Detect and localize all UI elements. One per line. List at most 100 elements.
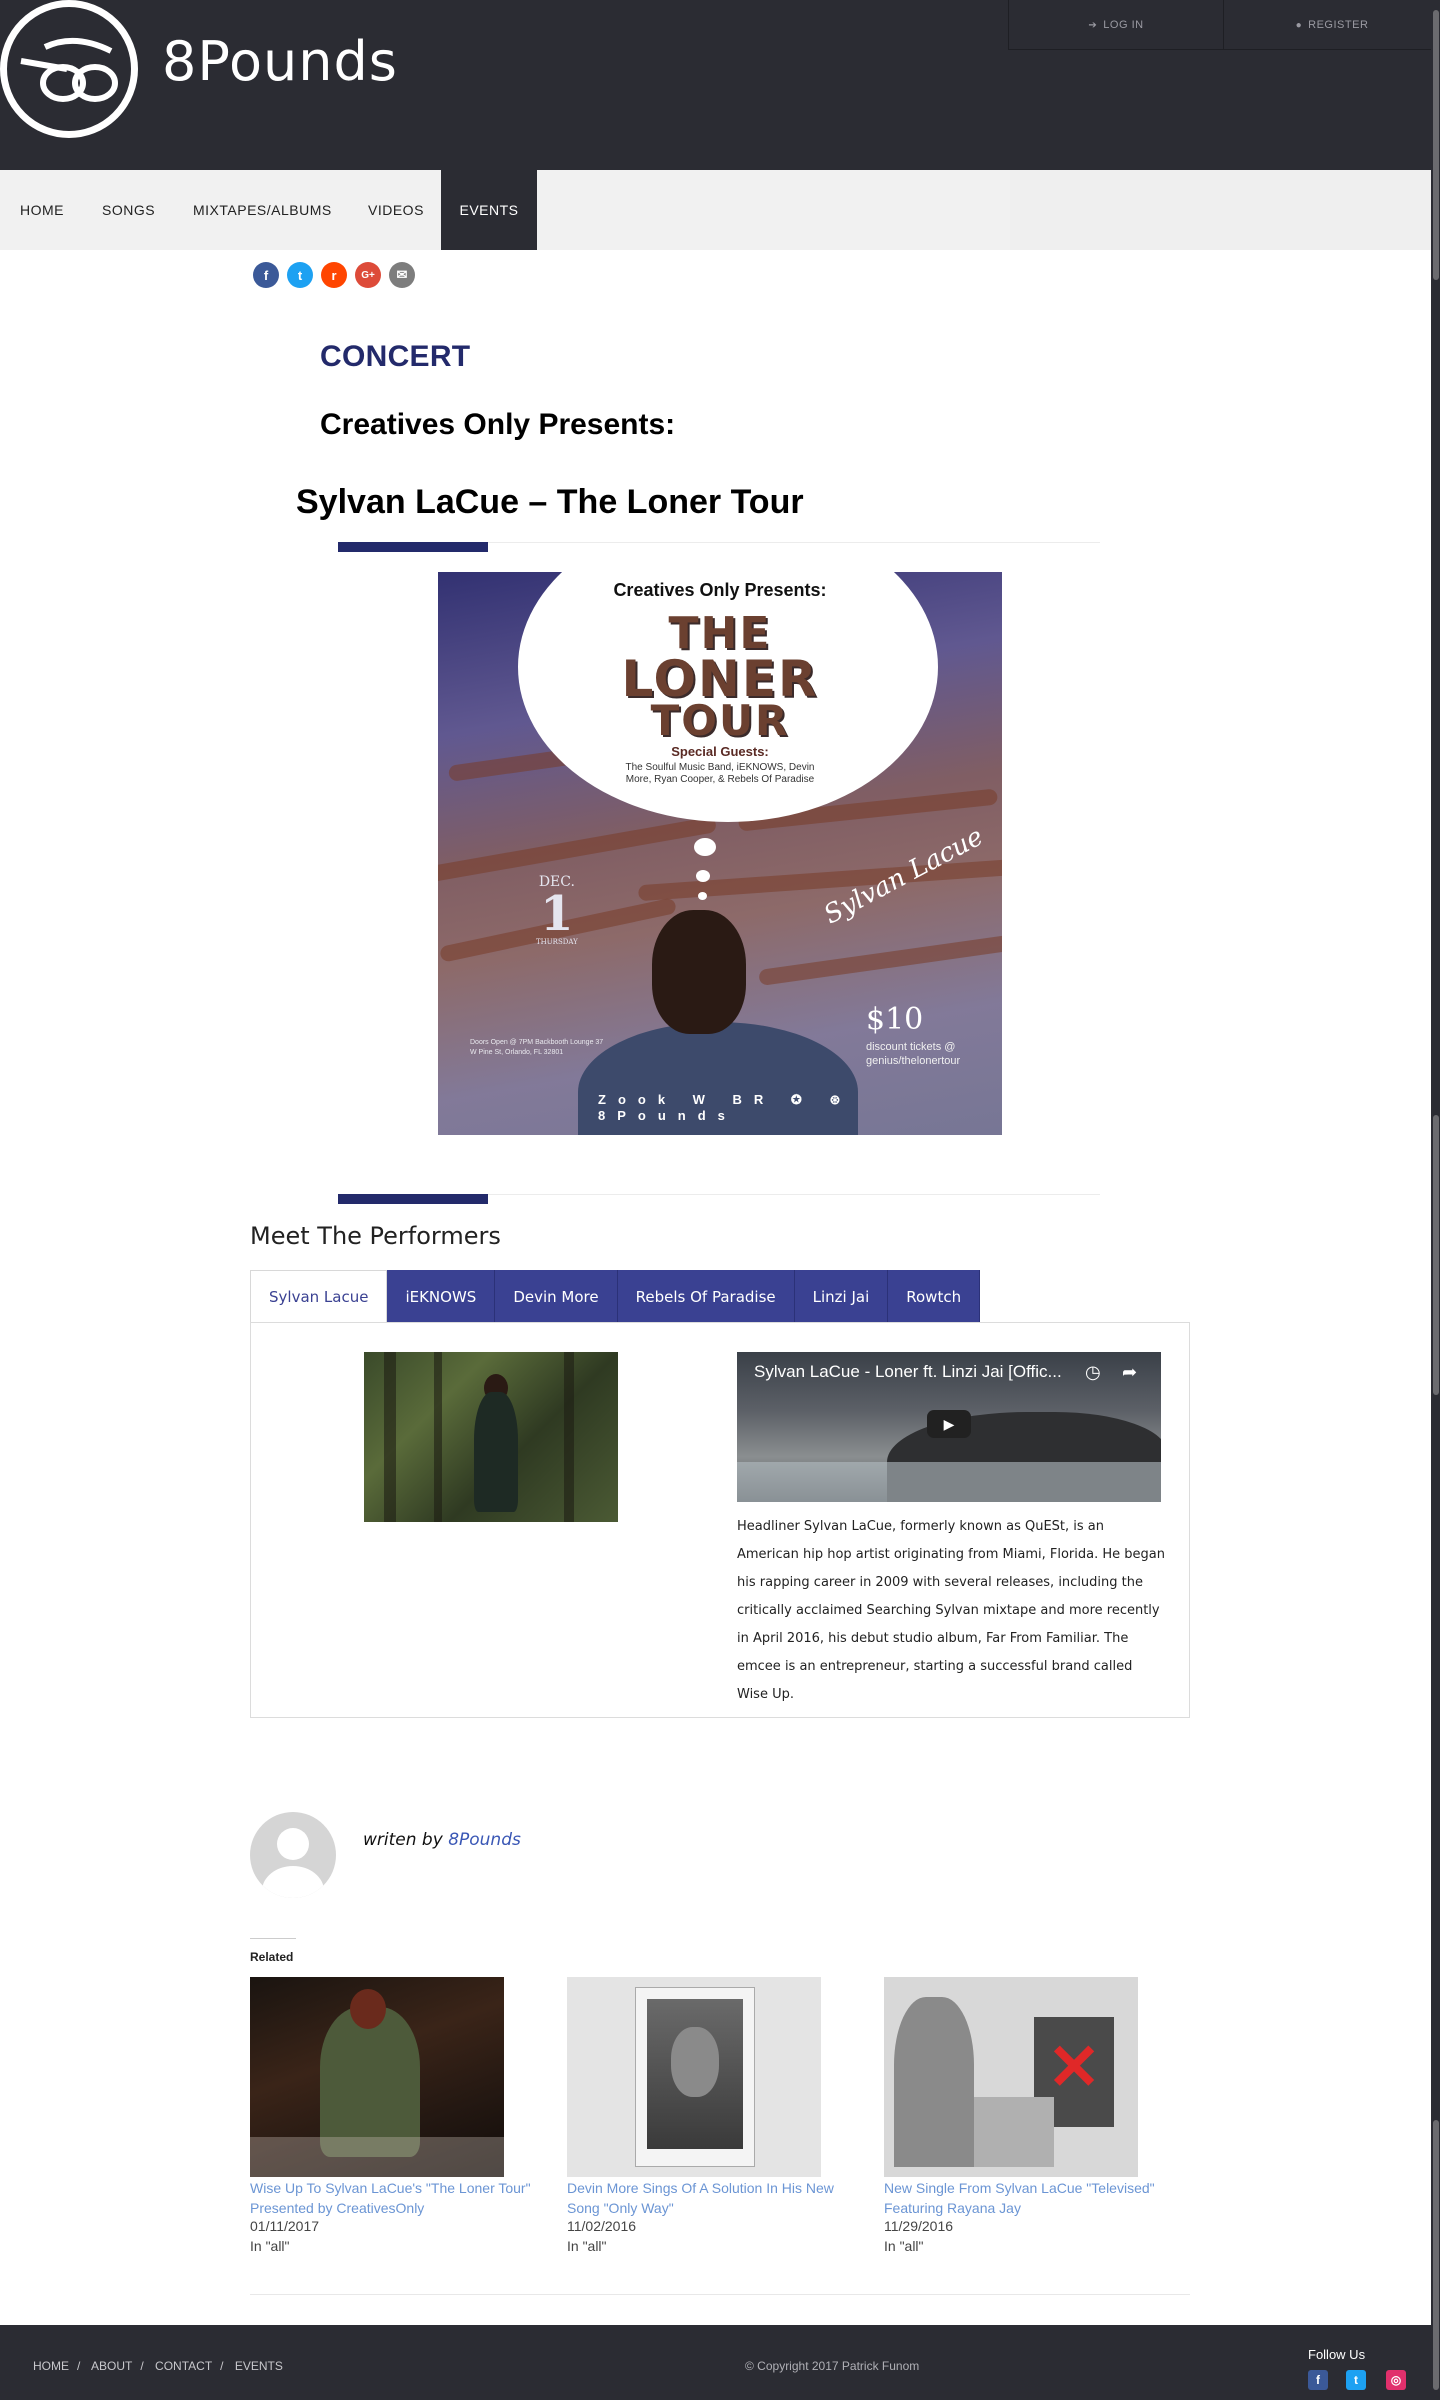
poster-guests-heading: Special Guests: [671, 744, 769, 759]
poster-venue: Doors Open @ 7PM Backbooth Lounge 37 W P… [470, 1039, 604, 1056]
nav-item-songs[interactable]: SONGS [102, 170, 155, 250]
google-plus-icon: G+ [361, 269, 375, 281]
footer-twitter-link[interactable]: t [1346, 2370, 1366, 2390]
scrollbar-thumb[interactable] [1433, 1115, 1439, 1395]
account-bar: ➔ LOG IN ● REGISTER [1008, 0, 1440, 50]
login-label: LOG IN [1103, 19, 1144, 31]
play-icon: ▶ [943, 1415, 955, 1432]
email-icon: ✉ [396, 267, 408, 282]
scrollbar-thumb[interactable] [1433, 2120, 1439, 2390]
footer-nav-separator: / [140, 2359, 144, 2373]
poster-date-weekday: THURSDAY [536, 938, 578, 946]
facebook-icon: f [1316, 2373, 1320, 2387]
author-link[interactable]: 8Pounds [448, 1830, 521, 1850]
poster-discount: discount tickets @ genius/thelonertour [866, 1041, 961, 1067]
author-prefix: writen by [363, 1830, 443, 1850]
footer-nav-separator: / [220, 2359, 224, 2373]
related-title[interactable]: Wise Up To Sylvan LaCue's "The Loner Tou… [250, 2178, 540, 2218]
content-end-rule [250, 2294, 1190, 2295]
footer-nav-home[interactable]: HOME [33, 2359, 69, 2373]
reddit-icon: r [331, 267, 337, 283]
related-date: 11/02/2016 [567, 2218, 637, 2234]
related-thumbnail[interactable] [567, 1977, 821, 2177]
related-category: In "all" [250, 2238, 290, 2254]
poster-sponsor-logos: Zook W BR ✪ ⊛ 8Pounds [598, 1092, 853, 1123]
site-title[interactable]: 8Pounds [162, 30, 398, 93]
footer-nav-contact[interactable]: CONTACT [155, 2359, 212, 2373]
tab-devin-more[interactable]: Devin More [495, 1270, 618, 1323]
related-title[interactable]: New Single From Sylvan LaCue "Televised"… [884, 2178, 1174, 2218]
related-heading: Related [250, 1950, 294, 1964]
tab-rowtch[interactable]: Rowtch [888, 1270, 981, 1323]
scrollbar-thumb[interactable] [1433, 10, 1439, 280]
login-link[interactable]: ➔ LOG IN [1008, 0, 1224, 50]
page-scrollbar[interactable] [1431, 0, 1440, 2400]
event-presenter: Creatives Only Presents: [320, 408, 676, 441]
login-icon: ➔ [1088, 19, 1098, 31]
site-footer: HOME / ABOUT / CONTACT / EVENTS © Copyright… [0, 2325, 1440, 2400]
divider-accent [338, 542, 488, 552]
poster-price: $10 [866, 1002, 924, 1037]
footer-facebook-link[interactable]: f [1308, 2370, 1328, 2390]
video-title[interactable]: Sylvan LaCue - Loner ft. Linzi Jai [Offi… [754, 1362, 1074, 1382]
copyright: © Copyright 2017 Patrick Funom [745, 2359, 920, 2373]
related-thumbnail[interactable]: ✕ [884, 1977, 1138, 2177]
site-header: 8Pounds ➔ LOG IN ● REGISTER [0, 0, 1440, 170]
poster-guests: The Soulful Music Band, iEKNOWS, Devin M… [625, 762, 815, 785]
video-embed[interactable]: Sylvan LaCue - Loner ft. Linzi Jai [Offi… [737, 1352, 1161, 1502]
footer-nav-events[interactable]: EVENTS [235, 2359, 283, 2373]
poster-date: DEC. 1 THURSDAY [536, 874, 578, 946]
nav-item-events[interactable]: EVENTS [441, 170, 537, 250]
share-google-plus-button[interactable]: G+ [355, 262, 381, 288]
watch-later-icon[interactable]: ◷ [1085, 1362, 1101, 1383]
footer-instagram-link[interactable]: ◎ [1386, 2370, 1406, 2390]
related-rule [250, 1938, 296, 1939]
instagram-icon: ◎ [1390, 2373, 1402, 2387]
performer-bio: Headliner Sylvan LaCue, formerly known a… [737, 1519, 1165, 1702]
register-link[interactable]: ● REGISTER [1224, 0, 1440, 50]
share-twitter-button[interactable]: t [287, 262, 313, 288]
related-category: In "all" [884, 2238, 924, 2254]
share-facebook-button[interactable]: f [253, 262, 279, 288]
avatar [250, 1812, 336, 1898]
glasses-logo-icon [20, 37, 118, 102]
performers-heading: Meet The Performers [250, 1222, 501, 1250]
twitter-icon: t [1354, 2373, 1358, 2387]
author-byline: writen by 8Pounds [363, 1830, 521, 1850]
related-date: 01/11/2017 [250, 2218, 320, 2234]
nav-item-home[interactable]: HOME [20, 170, 64, 250]
poster-presenter: Creatives Only Presents: [613, 580, 827, 600]
follow-heading: Follow Us [1308, 2347, 1366, 2362]
share-reddit-button[interactable]: r [321, 262, 347, 288]
register-label: REGISTER [1308, 19, 1369, 31]
nav-item-videos[interactable]: VIDEOS [368, 170, 424, 250]
related-thumbnail[interactable] [250, 1977, 504, 2177]
share-email-button[interactable]: ✉ [389, 262, 415, 288]
divider-accent [338, 1194, 488, 1204]
user-icon: ● [1295, 19, 1303, 31]
related-title[interactable]: Devin More Sings Of A Solution In His Ne… [567, 2178, 857, 2218]
tab-ieknows[interactable]: iEKNOWS [387, 1270, 496, 1323]
main-nav: HOME SONGS MIXTAPES/ALBUMS VIDEOS EVENTS [0, 170, 1010, 250]
performer-photo [364, 1352, 618, 1522]
nav-item-mixtapes-albums[interactable]: MIXTAPES/ALBUMS [193, 170, 332, 250]
site-logo[interactable] [0, 0, 138, 138]
performer-panel: Sylvan LaCue - Loner ft. Linzi Jai [Offi… [250, 1322, 1190, 1718]
footer-nav-about[interactable]: ABOUT [91, 2359, 132, 2373]
share-icon[interactable]: ➦ [1122, 1362, 1137, 1383]
tab-linzi-jai[interactable]: Linzi Jai [794, 1270, 889, 1323]
facebook-icon: f [263, 267, 269, 283]
event-poster: Creatives Only Presents: THE LONER TOUR … [438, 572, 1002, 1135]
nav-filler [1010, 170, 1440, 250]
related-category: In "all" [567, 2238, 607, 2254]
tab-sylvan-lacue[interactable]: Sylvan Lacue [250, 1270, 388, 1323]
page-title: Sylvan LaCue – The Loner Tour [296, 483, 804, 521]
twitter-icon: t [297, 267, 303, 283]
play-button[interactable]: ▶ [927, 1410, 971, 1438]
footer-nav: HOME / ABOUT / CONTACT / EVENTS [33, 2359, 291, 2373]
tab-rebels-of-paradise[interactable]: Rebels Of Paradise [617, 1270, 795, 1323]
footer-nav-separator: / [77, 2359, 81, 2373]
artist-head [652, 910, 746, 1034]
poster-date-day: 1 [540, 886, 574, 942]
poster-title-line3: TOUR [650, 696, 790, 745]
